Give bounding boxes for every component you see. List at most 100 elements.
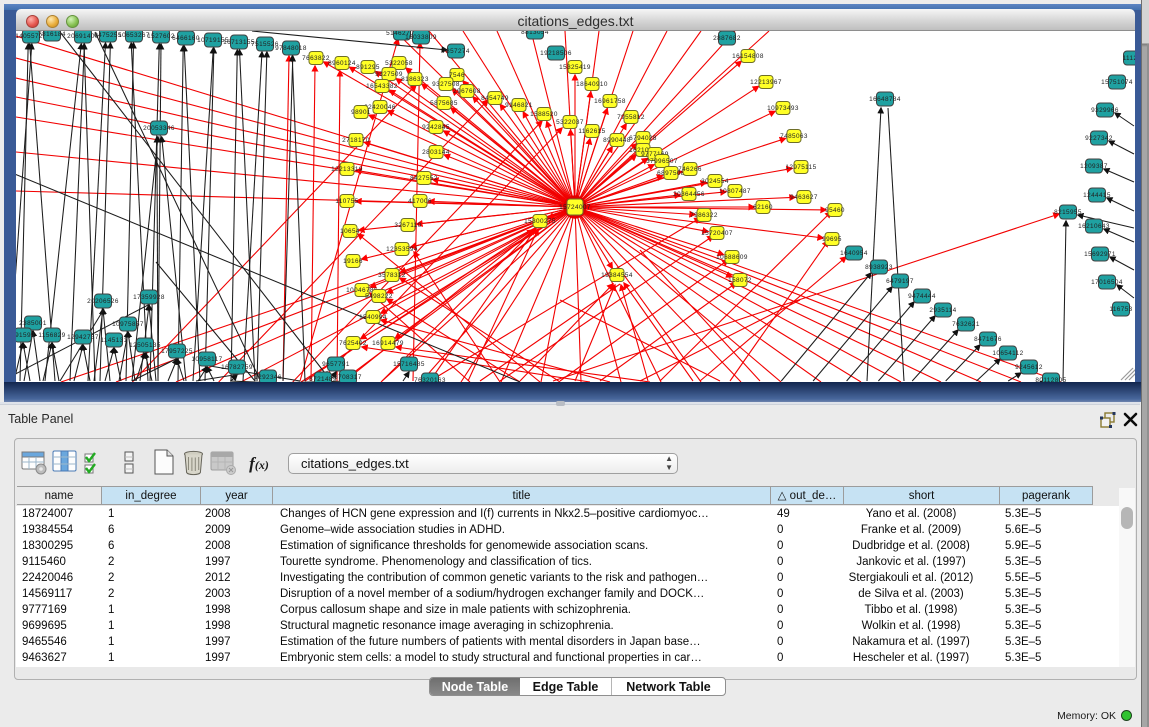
svg-text:17359928: 17359928	[133, 294, 165, 301]
svg-text:116753: 116753	[1109, 306, 1132, 313]
svg-text:8708317: 8708317	[334, 374, 362, 381]
svg-text:7816184: 7816184	[38, 31, 66, 38]
svg-text:7857274: 7857274	[442, 48, 470, 55]
svg-text:9329966: 9329966	[1091, 107, 1119, 114]
svg-text:80112805: 80112805	[1035, 377, 1066, 382]
svg-text:16033809: 16033809	[405, 34, 437, 41]
svg-text:3578312: 3578312	[378, 272, 406, 279]
svg-text:1156829: 1156829	[38, 332, 65, 339]
svg-text:1527602: 1527602	[147, 33, 175, 40]
svg-text:15751074: 15751074	[1101, 79, 1133, 86]
svg-text:20053346: 20053346	[143, 125, 175, 132]
svg-text:16914479: 16914479	[372, 340, 404, 347]
svg-text:37996507: 37996507	[646, 158, 678, 165]
svg-text:5322037: 5322037	[556, 119, 584, 126]
svg-text:8721489: 8721489	[309, 376, 337, 382]
svg-text:10653267: 10653267	[118, 32, 150, 39]
svg-text:6466160: 6466160	[172, 35, 200, 42]
svg-text:10958117: 10958117	[191, 356, 222, 363]
svg-text:15300275: 15300275	[524, 218, 556, 225]
svg-text:1292346: 1292346	[254, 374, 282, 381]
svg-text:2385001: 2385001	[19, 320, 47, 327]
svg-text:9242845: 9242845	[422, 124, 450, 131]
svg-text:7625402: 7625402	[339, 340, 367, 347]
svg-text:8990448: 8990448	[603, 137, 631, 144]
svg-text:12505135: 12505135	[129, 342, 161, 349]
svg-text:5322058: 5322058	[385, 60, 413, 67]
svg-text:3024554: 3024554	[701, 178, 729, 185]
svg-text:891295: 891295	[356, 64, 380, 71]
svg-text:9146821: 9146821	[505, 102, 533, 109]
svg-text:7955812: 7955812	[617, 114, 645, 121]
svg-text:8186323: 8186323	[401, 76, 429, 83]
svg-text:10654: 10654	[340, 228, 360, 235]
svg-text:16543382: 16543382	[366, 83, 398, 90]
svg-text:8813054: 8813054	[521, 31, 549, 36]
svg-text:99695: 99695	[822, 236, 842, 243]
svg-text:17016504: 17016504	[1091, 279, 1123, 286]
svg-text:15325419: 15325419	[559, 64, 591, 71]
svg-text:3267110: 3267110	[394, 222, 421, 229]
svg-text:7663822: 7663822	[302, 55, 330, 62]
svg-text:9463627: 9463627	[790, 194, 818, 201]
svg-text:19384554: 19384554	[601, 272, 633, 279]
svg-text:16648784: 16648784	[869, 96, 901, 103]
svg-text:110755: 110755	[335, 198, 358, 205]
svg-text:8960124: 8960124	[328, 60, 356, 67]
svg-text:417006: 417006	[408, 198, 432, 205]
svg-text:11123: 11123	[1123, 55, 1135, 62]
svg-text:6794028: 6794028	[629, 135, 657, 142]
svg-text:2967608: 2967608	[453, 88, 481, 95]
svg-text:10973493: 10973493	[767, 105, 799, 112]
svg-text:746266: 746266	[678, 166, 702, 173]
svg-text:62160: 62160	[753, 204, 773, 211]
svg-text:76320163: 76320163	[414, 377, 446, 382]
svg-text:7986322: 7986322	[690, 212, 718, 219]
svg-text:9227342: 9227342	[1085, 135, 1113, 142]
svg-text:1145131: 1145131	[100, 337, 127, 344]
svg-text:7485063: 7485063	[780, 133, 808, 140]
svg-text:1209387: 1209387	[1080, 163, 1108, 170]
svg-text:10654112: 10654112	[992, 350, 1023, 357]
svg-text:16154808: 16154808	[732, 53, 764, 60]
svg-text:9657791: 9657791	[322, 361, 350, 368]
svg-text:8471676: 8471676	[974, 336, 1002, 343]
svg-text:15720407: 15720407	[701, 230, 733, 237]
svg-text:8427552: 8427552	[410, 175, 438, 182]
svg-text:8215955: 8215955	[1054, 209, 1082, 216]
svg-text:1540994: 1540994	[359, 314, 387, 321]
svg-text:12975115: 12975115	[785, 164, 816, 171]
svg-text:8454749: 8454749	[481, 95, 509, 102]
svg-text:2803144: 2803144	[422, 149, 450, 156]
svg-text:16961758: 16961758	[594, 98, 626, 105]
svg-text:16713155: 16713155	[223, 39, 255, 46]
svg-text:5875685: 5875685	[430, 100, 458, 107]
svg-text:12213967: 12213967	[750, 79, 782, 86]
svg-text:2887682: 2887682	[713, 35, 741, 42]
svg-text:17957225: 17957225	[161, 348, 193, 355]
svg-text:12353594: 12353594	[386, 246, 418, 253]
svg-text:12213319: 12213319	[331, 166, 363, 173]
svg-text:9327508: 9327508	[432, 81, 460, 88]
svg-text:95460: 95460	[825, 207, 845, 214]
svg-text:1640954: 1640954	[840, 250, 868, 257]
svg-text:391599: 391599	[16, 332, 35, 339]
svg-text:9327509: 9327509	[375, 71, 403, 78]
svg-text:10688609: 10688609	[716, 254, 748, 261]
svg-text:9474444: 9474444	[908, 293, 936, 300]
svg-text:5498222: 5498222	[365, 293, 393, 300]
svg-text:15716485: 15716485	[393, 361, 425, 368]
svg-text:1162615: 1162615	[578, 128, 605, 135]
svg-text:8938923: 8938923	[865, 264, 893, 271]
svg-text:10807487: 10807487	[719, 188, 751, 195]
svg-text:12942737: 12942737	[67, 334, 99, 341]
svg-text:9245612: 9245612	[1015, 364, 1043, 371]
svg-text:1588520: 1588520	[530, 111, 558, 118]
svg-text:15692971: 15692971	[1084, 251, 1116, 258]
svg-text:20206526: 20206526	[87, 298, 119, 305]
svg-text:20364456: 20364456	[673, 191, 705, 198]
svg-text:2935114: 2935114	[929, 307, 956, 314]
svg-text:19218506: 19218506	[540, 50, 572, 57]
svg-text:18640910: 18640910	[576, 81, 608, 88]
svg-text:1244415: 1244415	[1083, 192, 1111, 199]
